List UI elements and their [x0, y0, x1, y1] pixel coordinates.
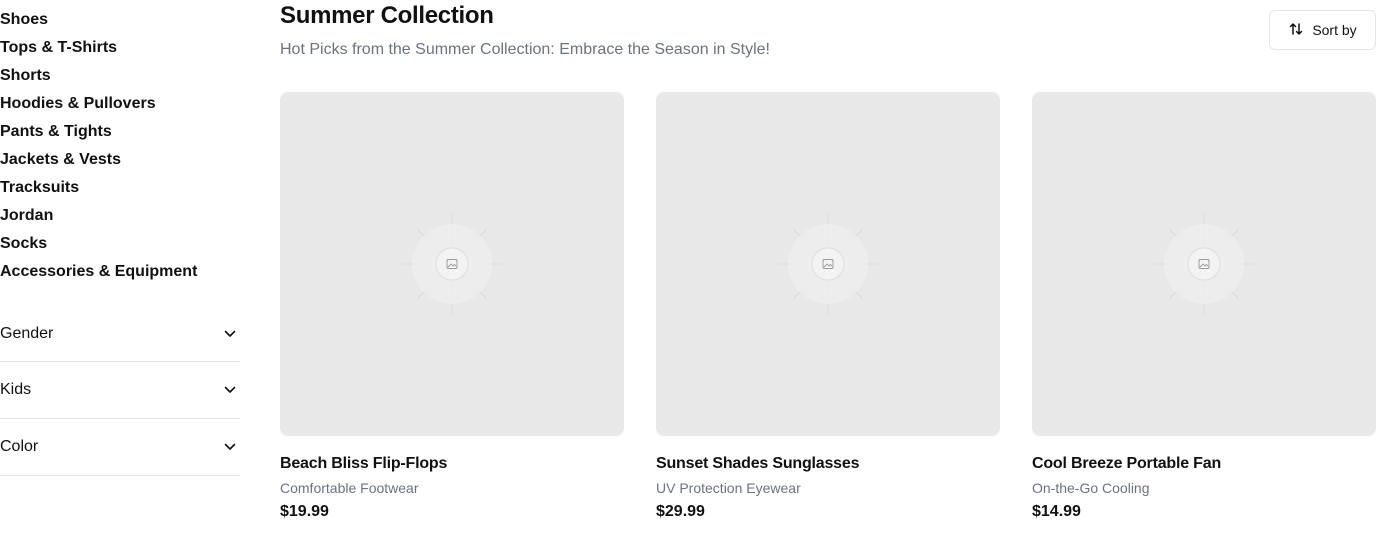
product-category: On-the-Go Cooling: [1032, 480, 1150, 496]
page-title: Summer Collection: [280, 2, 494, 29]
filter-group: Gender Kids Color: [0, 306, 240, 476]
product-price: $19.99: [280, 503, 329, 520]
page: Shoes Tops & T-Shirts Shorts Hoodies & P…: [0, 0, 1376, 540]
product-price: $14.99: [1032, 503, 1081, 520]
category-item-jackets[interactable]: Jackets & Vests: [0, 148, 240, 176]
product-card[interactable]: Beach Bliss Flip-Flops Comfortable Footw…: [280, 92, 624, 523]
product-price: $29.99: [656, 503, 705, 520]
filter-kids[interactable]: Kids: [0, 362, 240, 419]
product-category: Comfortable Footwear: [280, 480, 419, 496]
category-item-accessories[interactable]: Accessories & Equipment: [0, 260, 240, 288]
category-item-pants[interactable]: Pants & Tights: [0, 120, 240, 148]
product-name: Cool Breeze Portable Fan: [1032, 455, 1222, 472]
product-image-placeholder: [1032, 92, 1376, 436]
product-image-placeholder: [656, 92, 1000, 436]
product-category: UV Protection Eyewear: [656, 480, 801, 496]
chevron-down-icon: [222, 326, 238, 342]
category-item-tracksuits[interactable]: Tracksuits: [0, 176, 240, 204]
product-grid: Beach Bliss Flip-Flops Comfortable Footw…: [280, 92, 1376, 523]
category-list: Shoes Tops & T-Shirts Shorts Hoodies & P…: [0, 0, 240, 288]
product-card[interactable]: Sunset Shades Sunglasses UV Protection E…: [656, 92, 1000, 523]
sidebar: Shoes Tops & T-Shirts Shorts Hoodies & P…: [0, 0, 240, 476]
sort-button-label: Sort by: [1312, 22, 1357, 38]
category-item-shorts[interactable]: Shorts: [0, 64, 240, 92]
page-subtitle: Hot Picks from the Summer Collection: Em…: [280, 41, 770, 58]
filter-color[interactable]: Color: [0, 419, 240, 476]
category-item-tops[interactable]: Tops & T-Shirts: [0, 36, 240, 64]
product-image-placeholder: [280, 92, 624, 436]
sort-arrows-icon: [1288, 21, 1304, 40]
category-item-shoes[interactable]: Shoes: [0, 8, 240, 36]
filter-color-label: Color: [0, 438, 39, 455]
chevron-down-icon: [222, 439, 238, 455]
filter-gender[interactable]: Gender: [0, 306, 240, 362]
category-item-hoodies[interactable]: Hoodies & Pullovers: [0, 92, 240, 120]
image-placeholder-icon: [1154, 214, 1254, 314]
image-placeholder-icon: [778, 214, 878, 314]
sort-button[interactable]: Sort by: [1269, 10, 1376, 50]
filter-gender-label: Gender: [0, 324, 54, 342]
main-content: Summer Collection Hot Picks from the Sum…: [280, 0, 1376, 520]
category-item-socks[interactable]: Socks: [0, 232, 240, 260]
product-name: Beach Bliss Flip-Flops: [280, 455, 448, 472]
chevron-down-icon: [222, 382, 238, 398]
image-placeholder-icon: [402, 214, 502, 314]
product-name: Sunset Shades Sunglasses: [656, 455, 860, 472]
filter-kids-label: Kids: [0, 381, 32, 398]
category-item-jordan[interactable]: Jordan: [0, 204, 240, 232]
product-card[interactable]: Cool Breeze Portable Fan On-the-Go Cooli…: [1032, 92, 1376, 523]
